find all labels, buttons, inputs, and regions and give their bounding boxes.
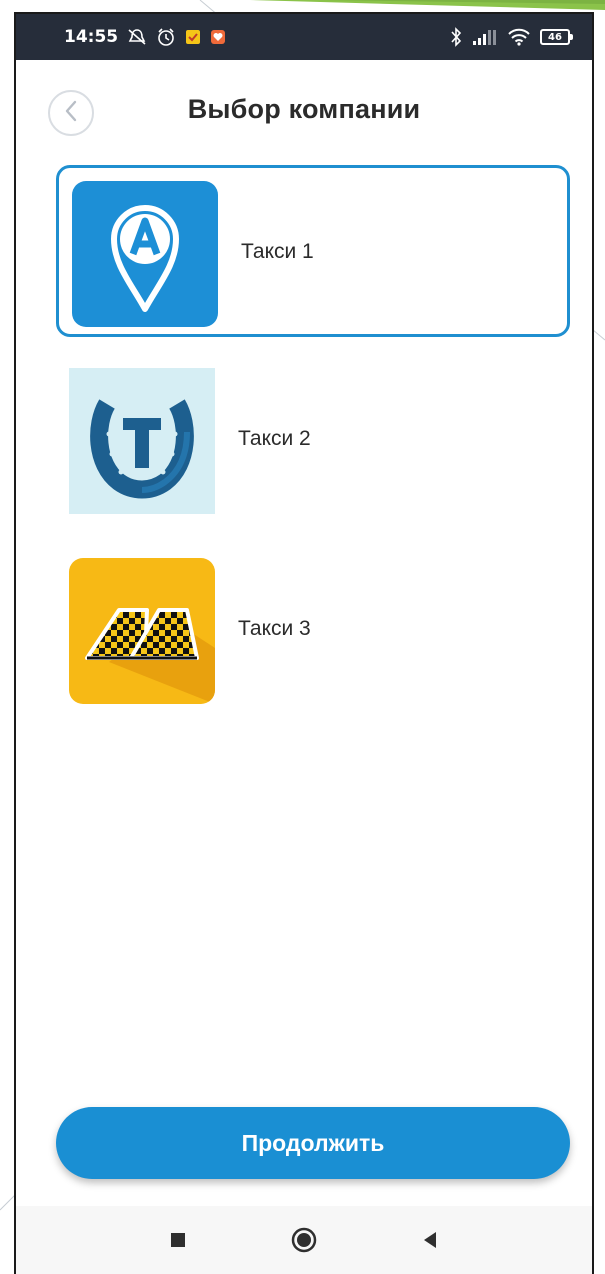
company-item-taxi-1[interactable]: Такси 1 (56, 165, 570, 337)
back-icon[interactable] (415, 1225, 445, 1255)
company-item-taxi-2[interactable]: Такси 2 (56, 355, 570, 527)
signal-icon (472, 28, 498, 46)
battery-level: 46 (548, 31, 562, 43)
recents-icon[interactable] (163, 1225, 193, 1255)
continue-button[interactable]: Продолжить (56, 1107, 570, 1179)
notification-icon (185, 29, 201, 45)
status-bar: 14:55 46 (16, 14, 592, 60)
company-name: Такси 1 (241, 240, 314, 263)
page-title: Выбор компании (187, 94, 421, 124)
company-name: Такси 2 (238, 427, 311, 450)
company-name: Такси 3 (238, 617, 311, 640)
battery-icon: 46 (540, 29, 573, 45)
taxi-horseshoe-t-logo (69, 368, 215, 514)
taxi-checker-logo (69, 558, 215, 704)
phone-screen: 14:55 46 Выбор компании Такси 1 Такси 2 … (14, 12, 594, 1274)
navigation-bar (16, 1206, 592, 1274)
bluetooth-icon (449, 27, 463, 47)
mute-icon (127, 28, 147, 46)
home-icon[interactable] (289, 1225, 319, 1255)
status-time: 14:55 (64, 27, 119, 47)
wifi-icon (507, 28, 531, 46)
alarm-icon (156, 27, 176, 47)
header: Выбор компании (16, 60, 592, 170)
company-item-taxi-3[interactable]: Такси 3 (56, 545, 570, 717)
app-notification-icon (210, 29, 226, 45)
taxi-pin-a-logo (72, 181, 218, 327)
